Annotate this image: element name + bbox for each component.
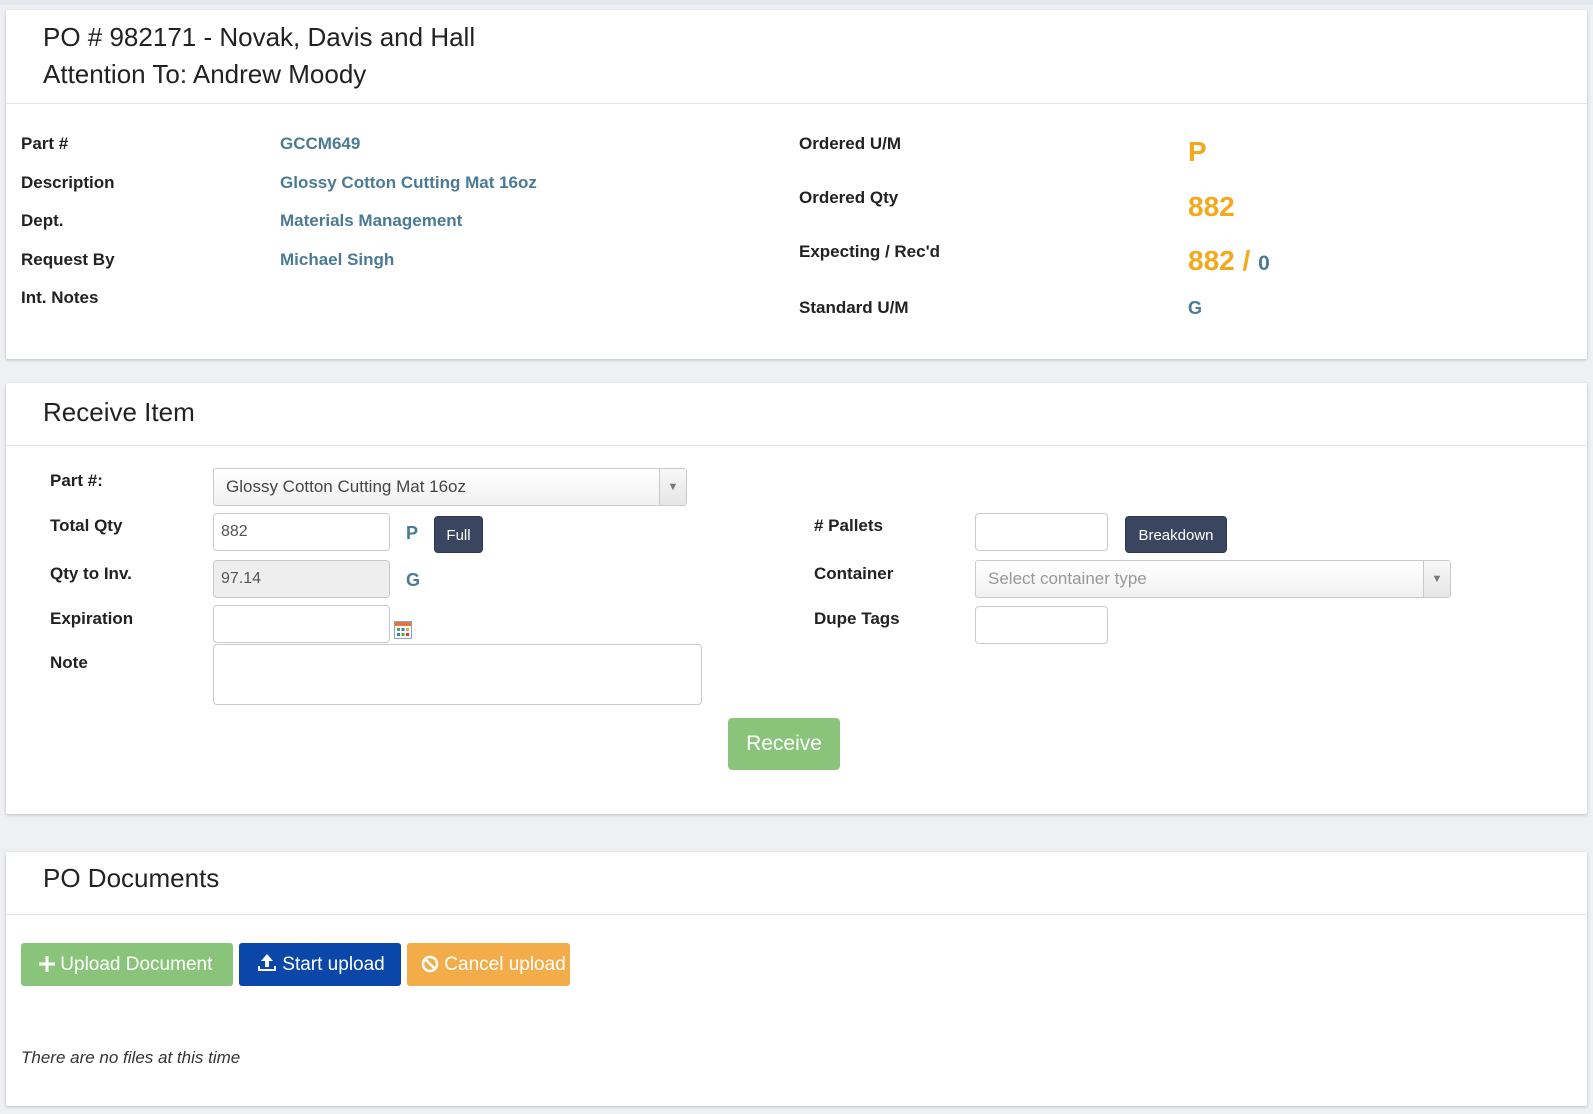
po-title: PO # 982171 - Novak, Davis and Hall bbox=[43, 22, 476, 52]
expiration-input[interactable] bbox=[213, 605, 390, 643]
description-label: Description bbox=[21, 173, 115, 192]
container-select[interactable]: Select container type ▼ bbox=[975, 560, 1451, 598]
dupe-tags-input[interactable] bbox=[975, 606, 1108, 644]
po-documents-card: PO Documents Upload Document Start uploa… bbox=[6, 852, 1587, 1106]
ordered-qty-value: 882 bbox=[1188, 191, 1235, 222]
total-qty-unit: P bbox=[406, 523, 419, 543]
expecting-received: 882 / 0 bbox=[1188, 245, 1270, 277]
calendar-icon[interactable] bbox=[394, 621, 412, 639]
total-qty-input[interactable]: 882 bbox=[213, 513, 390, 551]
ordered-um-value: P bbox=[1188, 136, 1207, 167]
dept-value: Materials Management bbox=[280, 211, 463, 230]
dupe-tags-label: Dupe Tags bbox=[814, 609, 900, 628]
part-value: GCCM649 bbox=[280, 134, 361, 153]
caret-down-icon[interactable]: ▼ bbox=[1423, 561, 1450, 597]
qty-inv-label: Qty to Inv. bbox=[50, 564, 132, 583]
expecting-value: 882 bbox=[1188, 245, 1235, 276]
receive-button[interactable]: Receive bbox=[728, 718, 840, 770]
expecting-label: Expecting / Rec'd bbox=[799, 242, 941, 261]
receive-item-header: Receive Item bbox=[6, 383, 1587, 446]
request-by-label: Request By bbox=[21, 250, 115, 269]
po-documents-title: PO Documents bbox=[43, 863, 220, 893]
dept-label: Dept. bbox=[21, 211, 64, 230]
cancel-upload-label: Cancel upload bbox=[444, 954, 566, 975]
upload-document-label: Upload Document bbox=[60, 954, 213, 975]
receive-item-card: Receive Item Part #: Glossy Cotton Cutti… bbox=[6, 383, 1587, 814]
po-details-card: PO # 982171 - Novak, Davis and Hall Atte… bbox=[6, 10, 1587, 359]
ordered-um-label: Ordered U/M bbox=[799, 134, 902, 153]
plus-icon bbox=[39, 956, 55, 972]
part-select-value: Glossy Cotton Cutting Mat 16oz bbox=[226, 477, 467, 496]
part-label: Part # bbox=[21, 134, 69, 153]
expiration-label: Expiration bbox=[50, 609, 134, 628]
int-notes-label: Int. Notes bbox=[21, 288, 99, 307]
container-placeholder: Select container type bbox=[988, 569, 1147, 588]
receive-item-title: Receive Item bbox=[43, 397, 195, 427]
part-select[interactable]: Glossy Cotton Cutting Mat 16oz ▼ bbox=[213, 468, 687, 506]
ban-icon bbox=[421, 955, 439, 973]
pallets-input[interactable] bbox=[975, 513, 1108, 551]
container-label: Container bbox=[814, 564, 894, 583]
ordered-qty-label: Ordered Qty bbox=[799, 188, 899, 207]
expecting-separator: / bbox=[1242, 245, 1251, 276]
total-qty-label: Total Qty bbox=[50, 516, 123, 535]
note-textarea[interactable] bbox=[213, 644, 702, 705]
standard-um-label: Standard U/M bbox=[799, 298, 909, 317]
request-by-value: Michael Singh bbox=[280, 250, 395, 269]
note-label: Note bbox=[50, 653, 88, 672]
attention-to: Attention To: Andrew Moody bbox=[43, 59, 367, 89]
top-band bbox=[0, 0, 1593, 5]
full-button[interactable]: Full bbox=[434, 516, 483, 553]
pallets-label: # Pallets bbox=[814, 516, 883, 535]
qty-inv-input: 97.14 bbox=[213, 560, 390, 598]
receive-part-label: Part #: bbox=[50, 471, 103, 490]
po-header: PO # 982171 - Novak, Davis and Hall Atte… bbox=[6, 10, 1587, 104]
upload-icon bbox=[258, 954, 276, 971]
breakdown-button[interactable]: Breakdown bbox=[1125, 516, 1227, 553]
no-files-message: There are no files at this time bbox=[21, 1048, 241, 1067]
standard-um-value: G bbox=[1188, 298, 1203, 318]
start-upload-button[interactable]: Start upload bbox=[239, 943, 401, 986]
start-upload-label: Start upload bbox=[282, 954, 385, 975]
received-value: 0 bbox=[1258, 252, 1270, 275]
cancel-upload-button[interactable]: Cancel upload bbox=[407, 943, 570, 986]
po-documents-header: PO Documents bbox=[6, 852, 1587, 915]
qty-inv-unit: G bbox=[406, 570, 421, 590]
upload-document-button[interactable]: Upload Document bbox=[21, 943, 233, 986]
caret-down-icon[interactable]: ▼ bbox=[659, 469, 686, 505]
description-value: Glossy Cotton Cutting Mat 16oz bbox=[280, 173, 537, 192]
